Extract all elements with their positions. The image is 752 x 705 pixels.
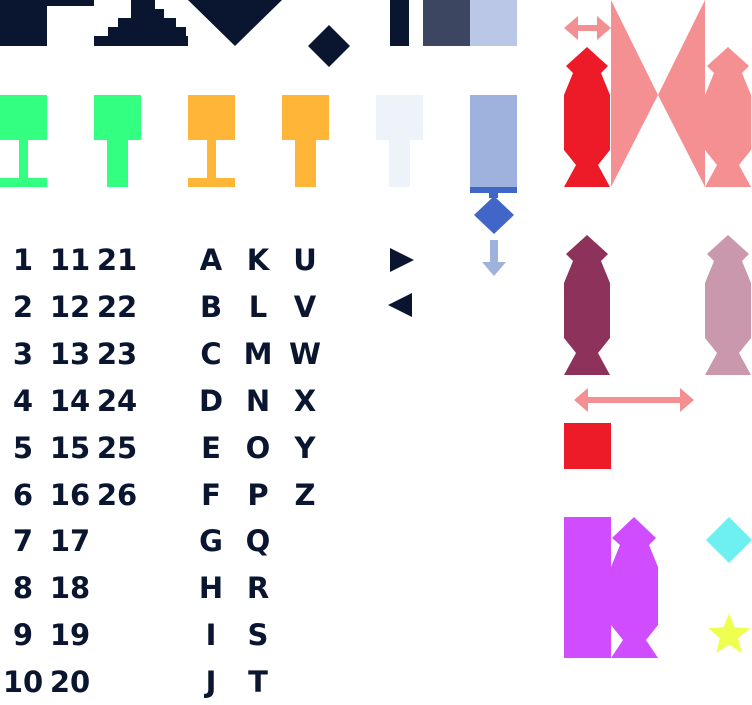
salmon-bowtie-sprite[interactable] [611,0,705,187]
red-figure-sprite[interactable] [564,47,610,187]
number-glyph: 15 [49,431,91,465]
number-glyph: 4 [12,384,34,418]
number-glyph: 10 [2,665,44,699]
terrain-tile-mound [94,0,188,46]
letter-glyph: E [201,431,221,465]
terrain-tile-spike [188,0,282,46]
letter-glyph: N [245,384,271,418]
terrain-tile-post [390,0,409,46]
goblet-green-stand[interactable] [0,95,47,187]
letter-glyph: P [247,478,269,512]
letter-glyph: K [246,243,270,277]
number-glyph: 21 [96,243,138,277]
goblet-amber-pillar[interactable] [282,95,329,187]
letter-glyph: W [289,337,321,371]
number-glyph: 8 [12,571,34,605]
goblet-pale-pillar[interactable] [376,95,423,187]
letter-glyph: L [248,290,268,324]
number-glyph: 6 [12,478,34,512]
number-glyph: 23 [96,337,138,371]
yellow-star-icon[interactable] [708,613,750,654]
tile-strip-top [0,0,517,67]
goblet-row [0,95,517,234]
number-glyph: 11 [49,243,91,277]
letter-glyph: B [199,290,223,324]
terrain-tile-gem [308,25,350,67]
number-glyph: 7 [12,524,34,558]
number-glyph: 19 [49,618,91,652]
letter-glyph: V [293,290,317,324]
letter-glyph: S [247,618,269,652]
cyan-diamond-gem[interactable] [706,517,752,563]
triangle-right-icon[interactable] [388,246,416,274]
letter-glyph: X [293,384,317,418]
number-glyph: 1 [12,243,34,277]
letter-glyph: O [245,431,271,465]
arrow-down-icon[interactable] [480,238,508,278]
number-glyph: 13 [49,337,91,371]
number-glyph: 22 [96,290,138,324]
slot-blue-panel[interactable] [470,95,517,187]
letter-glyph: D [198,384,224,418]
goblet-amber-stand[interactable] [188,95,235,187]
number-glyph: 14 [49,384,91,418]
letter-glyph: C [200,337,222,371]
violet-figure-sprite[interactable] [611,517,658,658]
letter-glyph: T [248,665,268,699]
goblet-green-pillar[interactable] [94,95,141,187]
number-glyph: 17 [49,524,91,558]
letter-glyph: R [246,571,270,605]
terrain-tile-stairs [0,0,94,46]
swatch-periwinkle[interactable] [470,0,517,46]
letter-glyph: A [199,243,223,277]
number-glyph: 9 [12,618,34,652]
sprite-panel-right [564,0,752,658]
double-arrow-horizontal-icon[interactable] [574,388,694,412]
number-glyph: 5 [12,431,34,465]
plum-figure-sprite[interactable] [564,235,610,375]
number-glyph: 25 [96,431,138,465]
swatch-slate[interactable] [423,0,470,46]
number-glyph: 12 [49,290,91,324]
letter-glyph: U [293,243,317,277]
letter-glyph: G [199,524,223,558]
number-glyph: 3 [12,337,34,371]
number-glyph: 16 [49,478,91,512]
letter-glyph: Z [294,478,316,512]
double-arrow-horizontal-icon[interactable] [564,16,611,40]
letter-glyph: I [205,618,217,652]
letter-glyph: J [205,665,217,699]
slot-blue-base [470,187,517,193]
triangle-left-icon[interactable] [386,291,414,319]
salmon-figure-sprite[interactable] [705,47,751,187]
number-glyph: 20 [49,665,91,699]
red-square-tile[interactable] [564,423,611,469]
letter-glyph: F [201,478,221,512]
letter-glyph: M [243,337,273,371]
slot-blue-gem[interactable] [474,196,514,234]
letter-glyph: Y [294,431,316,465]
number-glyph: 2 [12,290,34,324]
violet-block-tile[interactable] [564,517,611,658]
number-glyph: 26 [96,478,138,512]
letter-glyph: H [198,571,224,605]
letter-glyph: Q [245,524,271,558]
mauve-figure-sprite[interactable] [705,235,751,375]
number-glyph: 18 [49,571,91,605]
number-glyph: 24 [96,384,138,418]
